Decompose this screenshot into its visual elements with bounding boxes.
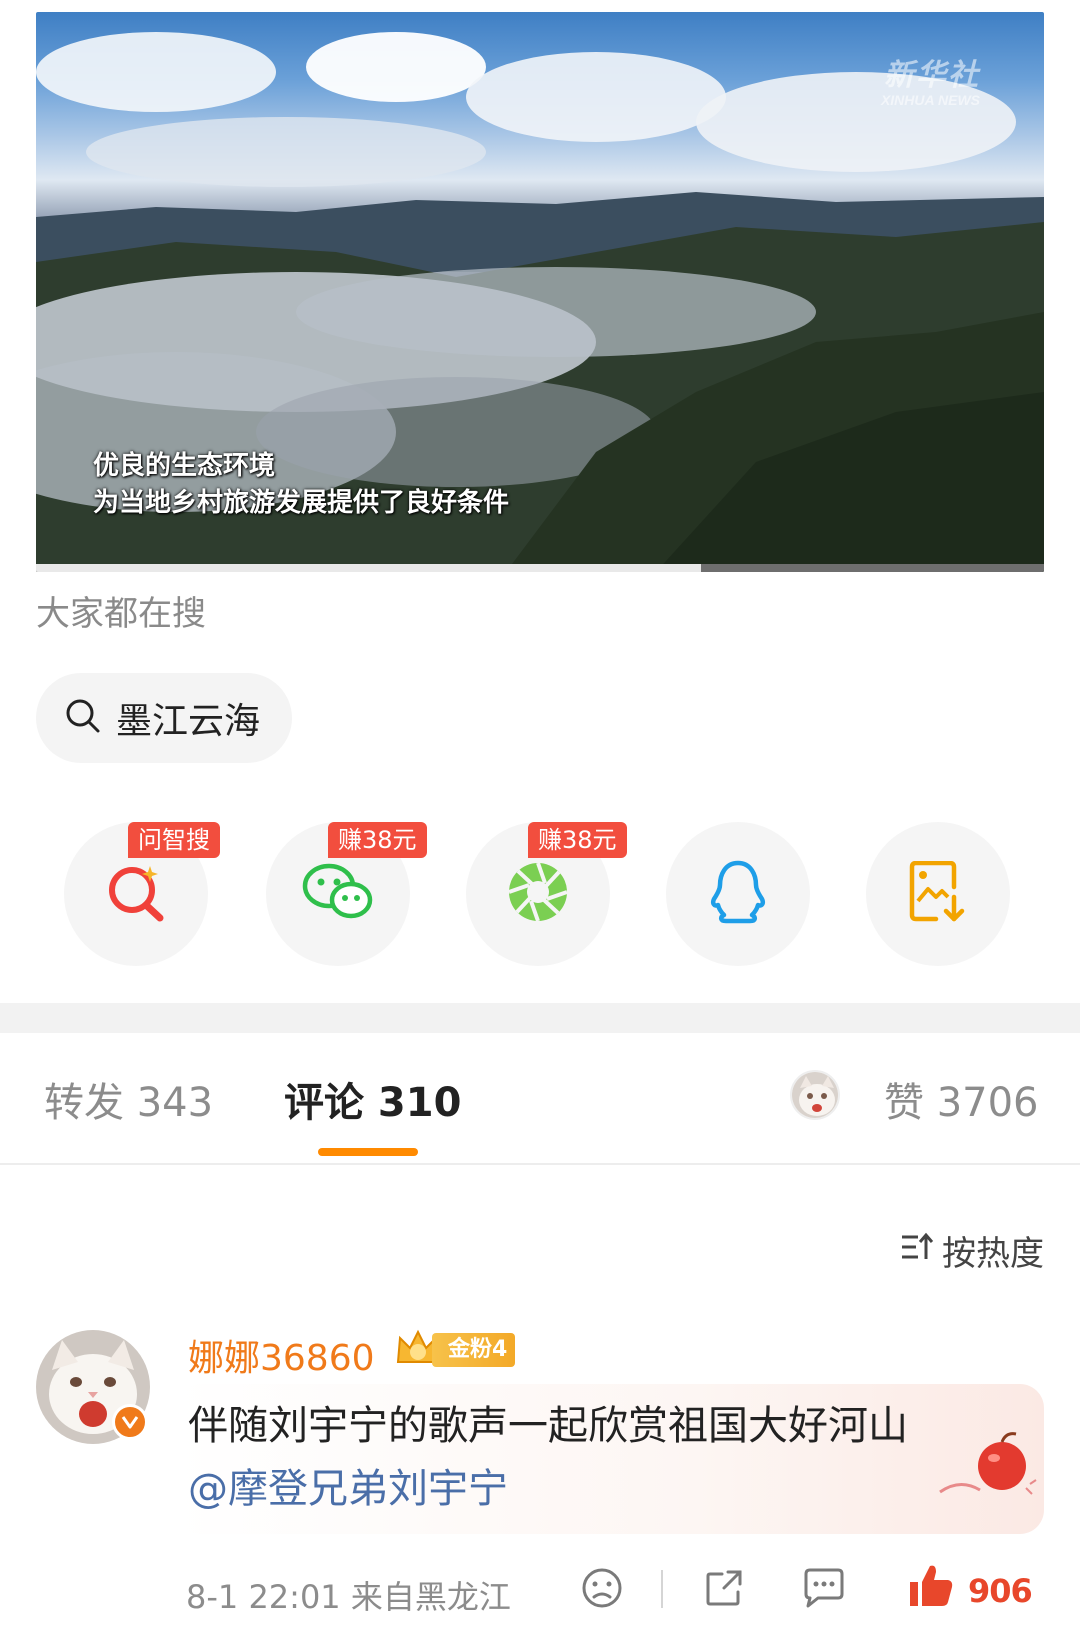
repost-icon[interactable] [702, 1566, 746, 1614]
share-badge-moments: 赚38元 [528, 822, 627, 858]
share-badge-wechat: 赚38元 [328, 822, 427, 858]
verified-badge-icon [112, 1404, 148, 1440]
dislike-face-icon[interactable] [580, 1566, 624, 1614]
share-qq-button[interactable] [666, 822, 810, 966]
save-image-button[interactable] [866, 822, 1010, 966]
wechat-moments-icon [505, 859, 571, 929]
comment-text: 伴随刘宇宁的歌声一起欣赏祖国大好河山 [188, 1403, 908, 1449]
reply-comment-icon[interactable] [800, 1566, 848, 1614]
sort-by-hot-button[interactable]: 按热度 [900, 1226, 1044, 1275]
comment-mention-link[interactable]: @摩登兄弟刘宇宁 [188, 1456, 508, 1514]
wechat-icon [301, 860, 375, 928]
apple-sticker-icon [930, 1428, 1040, 1512]
video-progress-bar[interactable] [36, 564, 1044, 572]
video-progress-fill [36, 564, 702, 572]
commenter-name[interactable]: 娜娜36860 [188, 1329, 375, 1381]
section-divider [0, 1003, 1080, 1033]
watermark-xinhua-en: XINHUA NEWS [880, 92, 980, 108]
share-badge-ask: 问智搜 [128, 822, 220, 858]
tab-like[interactable]: 赞 3706 [884, 1070, 1039, 1128]
ai-search-icon [104, 860, 168, 928]
fan-level-label: 金粉4 [432, 1333, 516, 1367]
sort-icon [900, 1231, 934, 1271]
comment-timestamp: 8-1 22:01 来自黑龙江 [186, 1578, 511, 1616]
watermark-xinhua: 新华社 [884, 58, 980, 93]
fan-level-badge[interactable]: 金粉4 [394, 1329, 516, 1370]
tab-repost[interactable]: 转发 343 [44, 1070, 213, 1128]
tabs-divider [0, 1163, 1080, 1165]
tab-comment[interactable]: 评论 310 [284, 1070, 461, 1128]
video-player[interactable]: 新华社 XINHUA NEWS 优良的生态环境 为当地乡村旅游发展提供了良好条件 [36, 12, 1044, 572]
video-subtitle-line1: 优良的生态环境 [93, 451, 276, 481]
liker-avatar[interactable] [790, 1070, 840, 1120]
sort-label: 按热度 [942, 1234, 1044, 1274]
action-separator [660, 1570, 664, 1612]
video-subtitle-line2: 为当地乡村旅游发展提供了良好条件 [93, 488, 510, 518]
share-actions: 问智搜 赚38元 赚38元 [0, 822, 1080, 966]
trending-search-chip[interactable]: 墨江云海 [36, 673, 293, 763]
save-image-icon [908, 860, 968, 927]
search-icon [64, 697, 102, 739]
comment-like-count: 906 [968, 1572, 1033, 1610]
trending-search-title: 大家都在搜 [36, 594, 206, 634]
like-thumb-icon[interactable] [906, 1560, 956, 1614]
active-tab-indicator [318, 1148, 418, 1156]
trending-search-label: 墨江云海 [116, 701, 261, 742]
qq-icon [708, 859, 768, 929]
